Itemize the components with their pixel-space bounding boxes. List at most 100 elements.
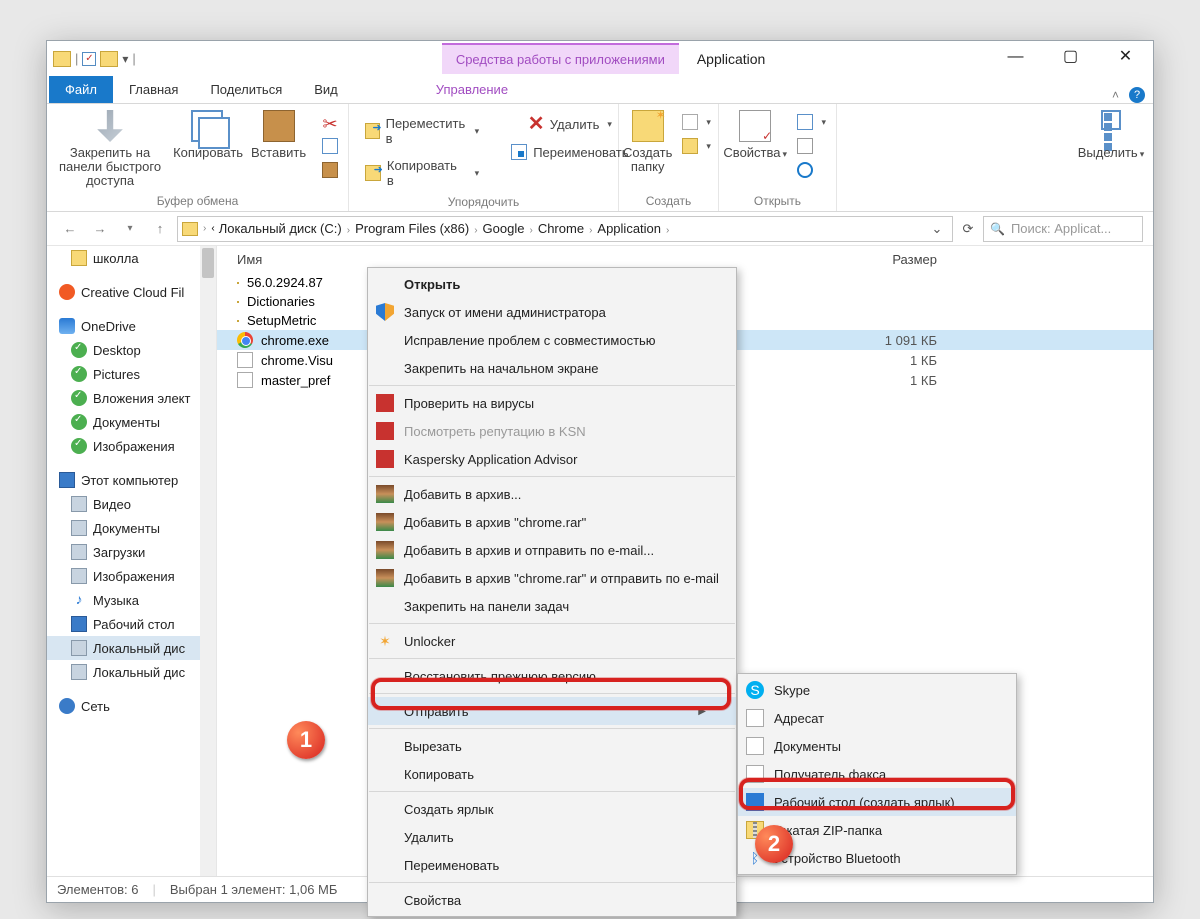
menu-item[interactable]: Открыть	[368, 270, 736, 298]
menu-item[interactable]: Восстановить прежнюю версию	[368, 662, 736, 690]
sidebar-item[interactable]: Этот компьютер	[47, 468, 216, 492]
forward-button[interactable]: →	[87, 216, 113, 242]
status-item-count: Элементов: 6	[57, 882, 138, 897]
sidebar-item[interactable]: Видео	[47, 492, 216, 516]
sidebar-item[interactable]: Desktop	[47, 338, 216, 362]
sidebar-item[interactable]: Creative Cloud Fil	[47, 280, 216, 304]
checkbox-icon[interactable]: ✓	[82, 52, 96, 66]
sidebar-item[interactable]: Изображения	[47, 434, 216, 458]
easy-access-button[interactable]: ▾	[676, 136, 717, 156]
menu-item[interactable]: Адресат	[738, 704, 1016, 732]
properties-button[interactable]: Свойства▾	[723, 106, 787, 161]
sidebar-scrollbar[interactable]	[200, 246, 216, 876]
menu-item[interactable]: Документы	[738, 732, 1016, 760]
menu-item[interactable]: Отправить▶	[368, 697, 736, 725]
menu-item[interactable]: Получатель факса	[738, 760, 1016, 788]
pin-quick-access-button[interactable]: Закрепить на панели быстрого доступа	[51, 106, 169, 188]
breadcrumb-segment[interactable]: Program Files (x86)	[353, 221, 471, 236]
menu-item[interactable]: Удалить	[368, 823, 736, 851]
sidebar-item[interactable]: Локальный дис	[47, 660, 216, 684]
breadcrumb-segment[interactable]: Локальный диск (C:)	[217, 221, 344, 236]
qat-overflow[interactable]: ▾	[122, 52, 128, 66]
col-name[interactable]: Имя	[217, 252, 857, 267]
tab-manage[interactable]: Управление	[420, 76, 524, 103]
paste-button[interactable]: Вставить	[245, 106, 312, 160]
up-button[interactable]: ↑	[147, 216, 173, 242]
sidebar-item[interactable]: школла	[47, 246, 216, 270]
menu-item[interactable]: Копировать	[368, 760, 736, 788]
tab-view[interactable]: Вид	[298, 76, 354, 103]
blank-icon	[376, 828, 394, 846]
minimize-button[interactable]: —	[988, 44, 1043, 74]
copy-to-button[interactable]: Копировать в▾	[359, 156, 485, 190]
sidebar-item[interactable]: Изображения	[47, 564, 216, 588]
move-to-button[interactable]: Переместить в▾	[359, 114, 485, 148]
menu-item[interactable]: SSkype	[738, 676, 1016, 704]
sidebar-item[interactable]: Документы	[47, 516, 216, 540]
menu-item[interactable]: Исправление проблем с совместимостью	[368, 326, 736, 354]
history-button[interactable]	[791, 160, 832, 180]
menu-item[interactable]: Закрепить на панели задач	[368, 592, 736, 620]
edit-button[interactable]	[791, 136, 832, 156]
cut-button[interactable]: ✂	[316, 112, 344, 132]
blank-icon	[376, 275, 394, 293]
menu-item[interactable]: Добавить в архив и отправить по e-mail..…	[368, 536, 736, 564]
group-clipboard-label: Буфер обмена	[51, 191, 344, 211]
sidebar-item[interactable]: Сеть	[47, 694, 216, 718]
menu-item[interactable]: Добавить в архив...	[368, 480, 736, 508]
open-button[interactable]: ▾	[791, 112, 832, 132]
menu-item[interactable]: Создать ярлык	[368, 795, 736, 823]
select-button[interactable]: Выделить▾	[1077, 106, 1145, 161]
navigation-pane[interactable]: школла Creative Cloud Fil OneDriveDesktopP…	[47, 246, 217, 876]
search-box[interactable]: 🔍 Поиск: Applicat...	[983, 216, 1143, 242]
sidebar-item[interactable]: Музыка	[47, 588, 216, 612]
menu-item[interactable]: ✶Unlocker	[368, 627, 736, 655]
sidebar-item-label: школла	[93, 251, 139, 266]
menu-item[interactable]: Вырезать	[368, 732, 736, 760]
menu-item[interactable]: Переименовать	[368, 851, 736, 879]
sidebar-item[interactable]: Вложения элект	[47, 386, 216, 410]
tab-file[interactable]: Файл	[49, 76, 113, 103]
tab-share[interactable]: Поделиться	[194, 76, 298, 103]
collapse-ribbon-icon[interactable]: ˄	[1112, 88, 1119, 102]
copy-button[interactable]: Копировать	[173, 106, 241, 160]
col-size[interactable]: Размер	[857, 252, 977, 267]
sidebar-item[interactable]: Pictures	[47, 362, 216, 386]
back-button[interactable]: ←	[57, 216, 83, 242]
menu-item[interactable]: Свойства	[368, 886, 736, 914]
menu-item[interactable]: Добавить в архив "chrome.rar" и отправит…	[368, 564, 736, 592]
sidebar-item[interactable]: Загрузки	[47, 540, 216, 564]
menu-item[interactable]: Закрепить на начальном экране	[368, 354, 736, 382]
tab-home[interactable]: Главная	[113, 76, 194, 103]
new-item-button[interactable]: ▾	[676, 112, 717, 132]
rename-button[interactable]: Переименовать	[505, 142, 634, 162]
menu-item-label: Добавить в архив и отправить по e-mail..…	[404, 543, 654, 558]
path-dropdown[interactable]: ⌄	[926, 221, 948, 237]
menu-item[interactable]: Рабочий стол (создать ярлык)	[738, 788, 1016, 816]
refresh-button[interactable]: ⟳	[957, 216, 979, 242]
breadcrumb-path[interactable]: ›‹ Локальный диск (C:)›Program Files (x8…	[177, 216, 953, 242]
context-menu[interactable]: ОткрытьЗапуск от имени администратораИсп…	[367, 267, 737, 917]
menu-item[interactable]: Добавить в архив "chrome.rar"	[368, 508, 736, 536]
sidebar-item[interactable]: Локальный дис	[47, 636, 216, 660]
menu-item[interactable]: Запуск от имени администратора	[368, 298, 736, 326]
new-folder-button[interactable]: Создать папку	[623, 106, 672, 174]
menu-item[interactable]: Kaspersky Application Advisor	[368, 445, 736, 473]
sidebar-item[interactable]: Рабочий стол	[47, 612, 216, 636]
help-icon[interactable]: ?	[1129, 87, 1145, 103]
paste-shortcut-button[interactable]	[316, 160, 344, 180]
close-button[interactable]: ✕	[1098, 44, 1153, 74]
breadcrumb-segment[interactable]: Google	[481, 221, 527, 236]
breadcrumb-segment[interactable]: Chrome	[536, 221, 586, 236]
sidebar-item[interactable]: OneDrive	[47, 314, 216, 338]
recent-button[interactable]: ▾	[117, 216, 143, 242]
pin-label: Закрепить на панели быстрого доступа	[59, 145, 161, 188]
sidebar-item[interactable]: Документы	[47, 410, 216, 434]
menu-item[interactable]: Проверить на вирусы	[368, 389, 736, 417]
copy-path-button[interactable]	[316, 136, 344, 156]
menu-item[interactable]: Посмотреть репутацию в KSN	[368, 417, 736, 445]
folder-icon[interactable]	[100, 51, 118, 67]
maximize-button[interactable]: ▢	[1043, 44, 1098, 74]
breadcrumb-segment[interactable]: Application	[595, 221, 663, 236]
delete-button[interactable]: ✕Удалить▾	[522, 114, 618, 134]
